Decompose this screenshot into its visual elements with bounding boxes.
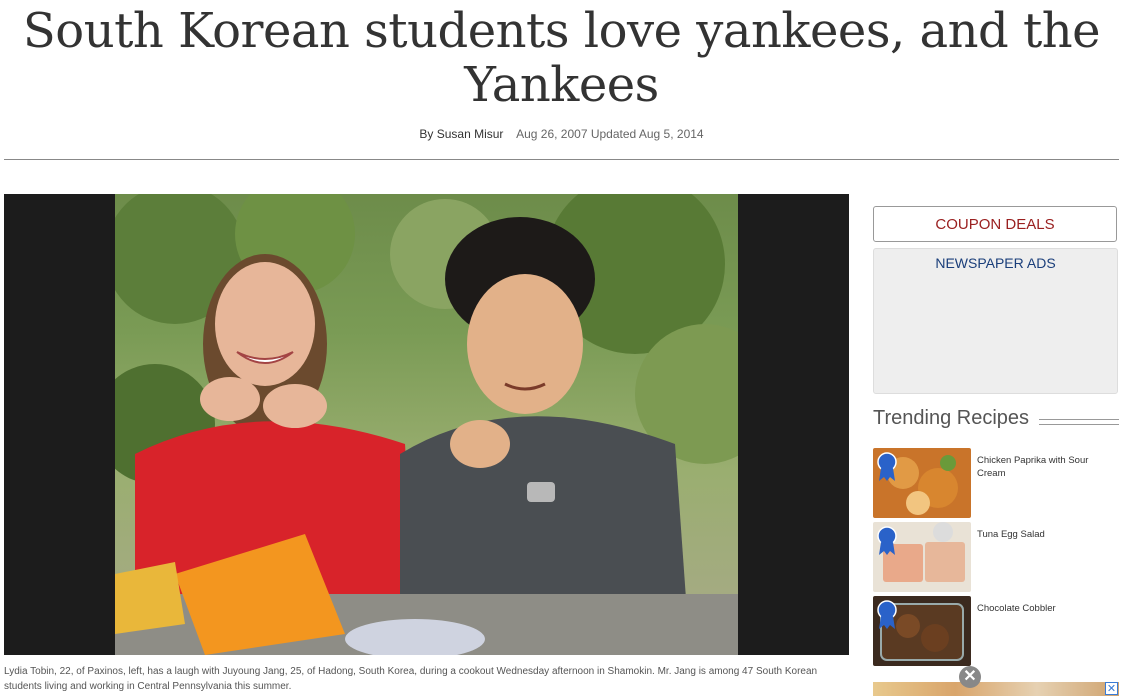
article-headline: South Korean students love yankees, and …	[22, 3, 1101, 113]
byline: By Susan Misur Aug 26, 2007 Updated Aug …	[0, 127, 1123, 141]
recipe-item[interactable]: Tuna Egg Salad	[873, 522, 1119, 592]
award-ribbon-icon	[877, 452, 897, 481]
article-photo-frame[interactable]	[4, 194, 849, 655]
recipe-thumbnail[interactable]	[873, 596, 971, 666]
ad-close-icon[interactable]: ✕	[959, 666, 981, 688]
byline-dates: Aug 26, 2007 Updated Aug 5, 2014	[516, 127, 704, 141]
article-photo[interactable]	[115, 194, 738, 655]
recipe-title[interactable]: Chocolate Cobbler	[977, 602, 1117, 615]
header-divider	[4, 159, 1119, 160]
newspaper-ads-box[interactable]: NEWSPAPER ADS	[873, 248, 1118, 394]
recipe-title[interactable]: Chicken Paprika with Sour Cream	[977, 454, 1117, 480]
trending-recipes-title: Trending Recipes	[873, 407, 1038, 430]
recipe-item[interactable]: Chicken Paprika with Sour Cream	[873, 448, 1119, 518]
byline-author[interactable]: By Susan Misur	[419, 127, 503, 141]
coupon-deals-button[interactable]: COUPON DEALS	[873, 206, 1117, 242]
recipe-item[interactable]: Chocolate Cobbler	[873, 596, 1119, 666]
award-ribbon-icon	[877, 526, 897, 555]
advertisement-banner[interactable]	[873, 682, 1119, 696]
recipe-thumbnail[interactable]	[873, 522, 971, 592]
recipe-thumbnail[interactable]	[873, 448, 971, 518]
photo-caption: Lydia Tobin, 22, of Paxinos, left, has a…	[4, 666, 818, 692]
recipe-title[interactable]: Tuna Egg Salad	[977, 528, 1117, 541]
newspaper-ads-label[interactable]: NEWSPAPER ADS	[874, 255, 1117, 271]
ad-dismiss-icon[interactable]: ✕	[1105, 682, 1118, 695]
header-double-rule	[1039, 419, 1119, 425]
trending-recipes-header: Trending Recipes	[873, 407, 1119, 435]
award-ribbon-icon	[877, 600, 897, 629]
photo-illustration	[115, 194, 738, 655]
